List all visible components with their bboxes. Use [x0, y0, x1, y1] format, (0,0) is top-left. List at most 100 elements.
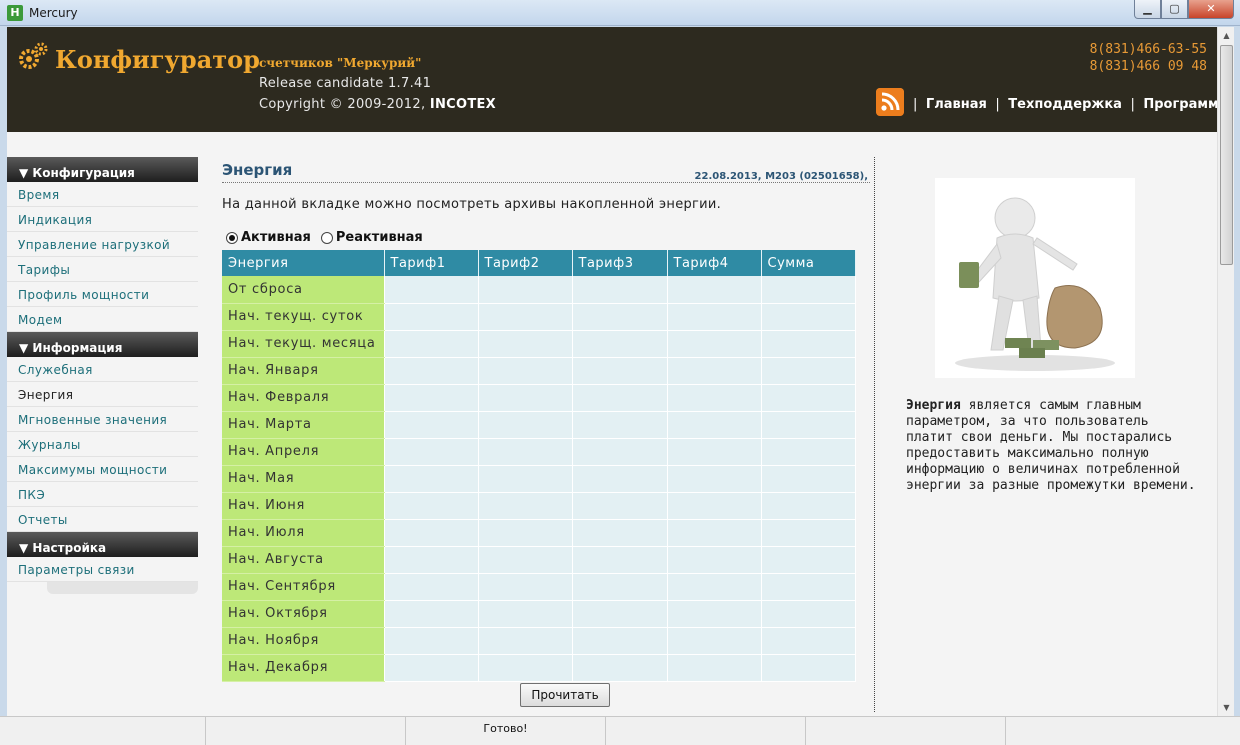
value-cell [667, 627, 762, 655]
table-row: Нач. Августа [222, 546, 856, 574]
table-header-row: Энергия Тариф1 Тариф2 Тариф3 Тариф4 Сумма [222, 250, 856, 276]
value-cell [761, 330, 856, 358]
value-cell [384, 627, 479, 655]
rss-icon[interactable] [876, 88, 904, 116]
table-row: Нач. текущ. месяца [222, 330, 856, 358]
status-cell [606, 717, 806, 745]
minimize-button[interactable]: ▁ [1134, 0, 1161, 19]
value-cell [761, 465, 856, 493]
radio-active-label[interactable]: Активная [241, 230, 311, 245]
table-row: Нач. Ноября [222, 627, 856, 655]
scroll-down-arrow[interactable]: ▼ [1218, 699, 1235, 716]
sidebar-item-energy[interactable]: Энергия [7, 382, 198, 407]
row-label: Нач. Августа [222, 546, 385, 574]
sidebar-item-modem[interactable]: Модем [7, 307, 198, 332]
close-button[interactable]: ✕ [1188, 0, 1234, 19]
value-cell [384, 519, 479, 547]
phones: 8(831)466-63-55 8(831)466 09 48 [1090, 41, 1207, 75]
sidebar-item-instant-values[interactable]: Мгновенные значения [7, 407, 198, 432]
section-configuration[interactable]: ▼ Конфигурация [7, 157, 198, 182]
column-header: Тариф1 [384, 250, 479, 276]
row-label: Нач. Сентября [222, 573, 385, 601]
status-cell [0, 717, 206, 745]
value-cell [384, 546, 479, 574]
company-name: INCOTEX [429, 97, 497, 112]
nav-separator: | [913, 97, 918, 112]
sidebar-item-connection[interactable]: Параметры связи [7, 557, 198, 582]
value-cell [478, 438, 573, 466]
nav-link-support[interactable]: Техподдержка [1008, 97, 1122, 112]
aside-bold: Энергия [906, 398, 961, 413]
table-row: Нач. Марта [222, 411, 856, 439]
gears-icon [19, 42, 48, 69]
table-row: Нач. текущ. суток [222, 303, 856, 331]
value-cell [667, 438, 762, 466]
sidebar-item-indication[interactable]: Индикация [7, 207, 198, 232]
radio-reactive[interactable] [320, 231, 333, 244]
sidebar-item-power-profile[interactable]: Профиль мощности [7, 282, 198, 307]
table-row: Нач. Июля [222, 519, 856, 547]
nav-link-home[interactable]: Главная [926, 97, 987, 112]
value-cell [572, 519, 668, 547]
value-cell [761, 573, 856, 601]
window-controls: ▁ ▢ ✕ [1134, 0, 1234, 19]
intro-text: На данной вкладке можно посмотреть архив… [222, 197, 722, 212]
row-label: Нач. Октября [222, 600, 385, 628]
value-cell [384, 384, 479, 412]
scroll-thumb[interactable] [1220, 45, 1233, 265]
status-bar: Готово! [0, 716, 1240, 745]
value-cell [478, 384, 573, 412]
sidebar-item-reports[interactable]: Отчеты [7, 507, 198, 532]
scroll-up-arrow[interactable]: ▲ [1218, 27, 1235, 44]
brand-title: Конфигуратор [55, 45, 260, 74]
value-cell [384, 654, 479, 682]
copyright: Copyright © 2009-2012, INCOTEX [259, 97, 496, 112]
sidebar-item-load-control[interactable]: Управление нагрузкой [7, 232, 198, 257]
vertical-scrollbar[interactable]: ▲ ▼ [1217, 27, 1234, 716]
value-cell [478, 303, 573, 331]
top-nav: | Главная | Техподдержка | Программа [909, 97, 1217, 112]
aside-description: Энергия является самым главным параметро… [906, 398, 1196, 494]
column-header: Тариф3 [572, 250, 668, 276]
value-cell [572, 546, 668, 574]
radio-active[interactable] [226, 231, 238, 244]
site-header: Конфигуратор счетчиков "Меркурий" Releas… [7, 27, 1217, 132]
sidebar-item-pke[interactable]: ПКЭ [7, 482, 198, 507]
nav-link-program[interactable]: Программа [1143, 97, 1217, 112]
read-button[interactable]: Прочитать [520, 683, 610, 707]
sidebar-item-time[interactable]: Время [7, 182, 198, 207]
value-cell [667, 654, 762, 682]
sidebar-item-power-maximums[interactable]: Максимумы мощности [7, 457, 198, 482]
value-cell [667, 519, 762, 547]
section-information[interactable]: ▼ Информация [7, 332, 198, 357]
value-cell [667, 330, 762, 358]
value-cell [384, 492, 479, 520]
table-row: Нач. Сентября [222, 573, 856, 601]
sidebar-item-tariffs[interactable]: Тарифы [7, 257, 198, 282]
page-title: Энергия [222, 161, 293, 179]
value-cell [761, 627, 856, 655]
maximize-button[interactable]: ▢ [1161, 0, 1188, 19]
radio-reactive-label[interactable]: Реактивная [336, 230, 423, 245]
app-icon: H [7, 5, 23, 21]
value-cell [478, 330, 573, 358]
row-label: Нач. Ноября [222, 627, 385, 655]
sidebar-item-journals[interactable]: Журналы [7, 432, 198, 457]
row-label: Нач. Июля [222, 519, 385, 547]
value-cell [384, 330, 479, 358]
sidebar-item-service[interactable]: Служебная [7, 357, 198, 382]
section-settings[interactable]: ▼ Настройка [7, 532, 198, 557]
client-area: Конфигуратор счетчиков "Меркурий" Releas… [7, 27, 1217, 716]
value-cell [667, 465, 762, 493]
table-row: Нач. Февраля [222, 384, 856, 412]
table-row: Нач. Декабря [222, 654, 856, 682]
value-cell [478, 465, 573, 493]
table-row: Нач. Апреля [222, 438, 856, 466]
energy-type-radios: Активная Реактивная [226, 230, 433, 245]
copyright-text: Copyright © 2009-2012, [259, 97, 426, 112]
sidebar: ▼ Конфигурация Время Индикация Управлени… [7, 157, 198, 594]
value-cell [384, 573, 479, 601]
sidebar-footer [47, 582, 198, 594]
row-label: Нач. Декабря [222, 654, 385, 682]
row-label: Нач. Июня [222, 492, 385, 520]
